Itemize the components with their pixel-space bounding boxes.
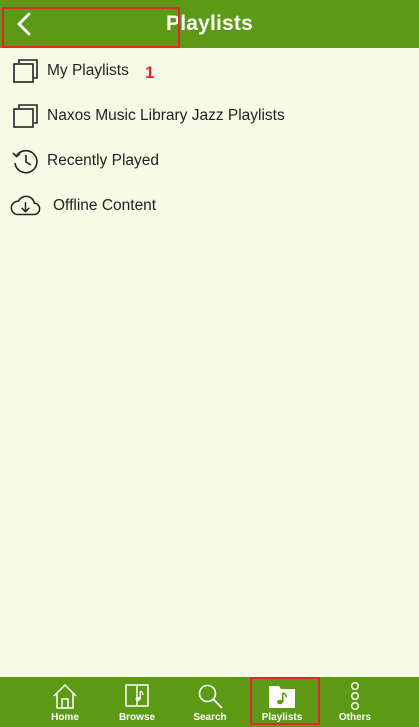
cloud-download-icon [9,192,41,220]
menu-item-label: My Playlists [47,61,129,79]
tab-label: Playlists [261,712,303,723]
tab-label: Search [193,712,227,723]
playlist-menu: My Playlists Naxos Music Library Jazz Pl… [0,48,419,228]
bottom-tab-bar: Home Browse Search Playlists Others [0,677,419,727]
tab-home[interactable]: Home [35,677,95,727]
music-folder-icon [267,681,297,711]
history-clock-icon [9,147,41,175]
menu-item-label: Offline Content [53,196,157,214]
page-title: Playlists [165,12,254,35]
search-icon [195,681,225,711]
copy-squares-icon [9,102,41,130]
tab-browse[interactable]: Browse [107,677,167,727]
tab-playlists[interactable]: Playlists [252,677,312,727]
menu-item-recently-played[interactable]: Recently Played [0,138,419,183]
chevron-left-icon [17,12,31,36]
dots-vertical-icon [340,681,370,711]
tab-search[interactable]: Search [180,677,240,727]
menu-item-label: Recently Played [47,151,160,169]
tab-others[interactable]: Others [325,677,385,727]
back-button[interactable] [12,10,36,38]
annotation-number: 1 [145,63,155,82]
home-icon [50,681,80,711]
tab-label: Browse [118,712,156,723]
menu-item-my-playlists[interactable]: My Playlists [0,48,419,93]
book-icon [122,681,152,711]
top-bar: Playlists [0,0,419,48]
copy-squares-icon [9,57,41,85]
tab-label: Others [338,712,372,723]
menu-item-label: Naxos Music Library Jazz Playlists [47,106,285,124]
menu-item-jazz-playlists[interactable]: Naxos Music Library Jazz Playlists [0,93,419,138]
tab-label: Home [51,712,79,723]
menu-item-offline-content[interactable]: Offline Content [0,183,419,228]
